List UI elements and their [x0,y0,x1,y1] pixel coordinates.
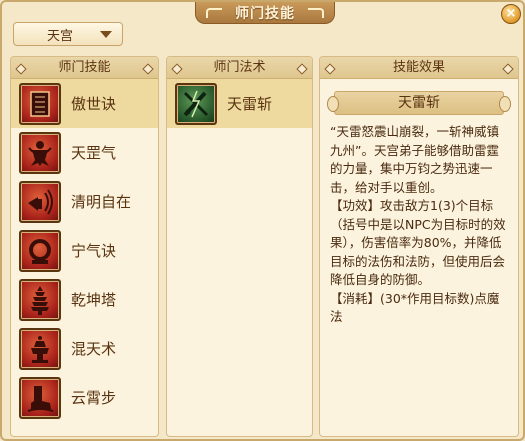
sect-skills-panel: 师门技能 傲世诀 天罡气 清明自在 宁气诀 乾坤塔 混天术 云霄步 [10,56,159,437]
skills-window: 师门技能 × 天宫 师门技能 傲世诀 天罡气 清明自在 宁气诀 乾坤塔 混天术 … [0,0,525,441]
skill-label: 清明自在 [71,193,132,211]
skill-label: 傲世诀 [71,95,117,113]
close-button[interactable]: × [501,4,521,24]
pagoda-icon [19,278,61,321]
boot-icon [19,376,61,419]
warrior-icon [19,131,61,174]
skill-effect-panel: 技能效果 天雷斩 “天雷怒震山崩裂，一斩神威镇九州”。天宫弟子能够借助雷霆的力量… [319,56,519,437]
effect-description: “天雷怒震山崩裂，一斩神威镇九州”。天宫弟子能够借助雷霆的力量，集中万钧之势迅速… [320,115,518,327]
lamp-icon [19,327,61,370]
sect-spells-panel: 师门法术 天雷斩 [166,56,313,437]
lightning-blade-icon [175,82,217,125]
effect-paragraph-cost: 【消耗】(30*作用目标数)点魔法 [330,290,500,325]
effect-skill-name: 天雷斩 [327,91,511,115]
skill-label: 乾坤塔 [71,291,117,309]
window-title: 师门技能 [195,2,335,24]
spell-row-tianleizhan[interactable]: 天雷斩 [167,79,312,128]
sect-dropdown[interactable]: 天宫 [13,22,123,46]
skill-row-tiangangqi[interactable]: 天罡气 [11,128,158,177]
scroll-icon [19,82,61,125]
skill-row-yunxiaobu[interactable]: 云霄步 [11,373,158,422]
skill-row-qingmingzizai[interactable]: 清明自在 [11,177,158,226]
sect-dropdown-value: 天宫 [46,28,73,44]
skill-label: 云霄步 [71,389,117,407]
sect-spells-header: 师门法术 [167,57,312,79]
skill-label: 宁气诀 [71,242,117,260]
horn-icon [19,180,61,223]
sect-skills-header: 师门技能 [11,57,158,79]
skill-label: 天罡气 [71,144,117,162]
skill-row-qiankunta[interactable]: 乾坤塔 [11,275,158,324]
effect-paragraph-function: 【功效】攻击敌方1(3)个目标（括号中是以NPC为目标时的效果），伤害倍率为80… [330,198,506,287]
skill-effect-header: 技能效果 [320,57,518,79]
skill-label: 混天术 [71,340,117,358]
chevron-down-icon[interactable] [100,30,112,38]
spell-label: 天雷斩 [227,95,273,113]
effect-paragraph-flavor: “天雷怒震山崩裂，一斩神威镇九州”。天宫弟子能够借助雷霆的力量，集中万钧之势迅速… [330,124,499,195]
skill-row-huntianshu[interactable]: 混天术 [11,324,158,373]
ring-icon [19,229,61,272]
skill-row-ningqijue[interactable]: 宁气诀 [11,226,158,275]
skill-row-aoshijue[interactable]: 傲世诀 [11,79,158,128]
close-icon: × [505,6,517,21]
